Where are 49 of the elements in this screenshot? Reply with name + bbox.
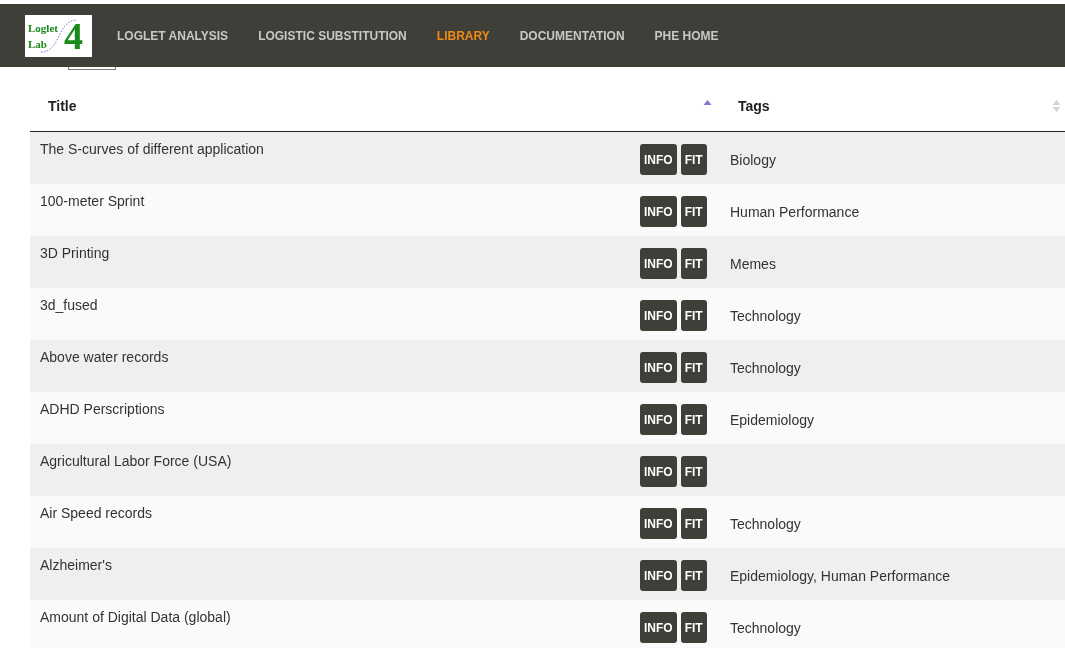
fit-button[interactable]: FIT <box>680 404 707 435</box>
title-cell-text: Above water records <box>39 348 170 367</box>
title-cell-text: Alzheimer's <box>39 556 113 575</box>
fit-button[interactable]: FIT <box>680 352 707 383</box>
title-cell-text: 3D Printing <box>39 244 111 263</box>
fit-button[interactable]: FIT <box>680 248 707 279</box>
fit-button[interactable]: FIT <box>680 508 707 539</box>
title-cell-text: Agricultural Labor Force (USA) <box>39 452 233 471</box>
nav-link[interactable]: LOGISTIC SUBSTITUTION <box>258 28 407 43</box>
info-button[interactable]: INFO <box>640 456 677 487</box>
column-header[interactable]: Tags <box>738 97 770 114</box>
logo-text: Lab <box>28 36 48 52</box>
logo-text: Loglet <box>28 20 58 36</box>
info-button[interactable]: INFO <box>640 404 677 435</box>
tags-cell: Memes <box>730 255 776 272</box>
info-button[interactable]: INFO <box>640 248 677 279</box>
info-button[interactable]: INFO <box>640 612 677 643</box>
info-button[interactable]: INFO <box>640 196 677 227</box>
title-cell-text: 3d_fused <box>39 296 99 315</box>
info-button[interactable]: INFO <box>640 352 677 383</box>
title-cell-text: Air Speed records <box>39 504 154 523</box>
tags-cell: Technology <box>730 359 801 376</box>
fit-button[interactable]: FIT <box>680 456 707 487</box>
fit-button[interactable]: FIT <box>680 560 707 591</box>
nav-link[interactable]: PHE HOME <box>654 28 719 43</box>
nav-link[interactable]: LOGLET ANALYSIS <box>117 28 229 43</box>
tags-cell: Technology <box>730 307 801 324</box>
fit-button[interactable]: FIT <box>680 196 707 227</box>
tags-cell: Technology <box>730 619 801 636</box>
info-button[interactable]: INFO <box>640 560 677 591</box>
title-cell-text: Amount of Digital Data (global) <box>39 608 232 627</box>
fit-button[interactable]: FIT <box>680 144 707 175</box>
logo-number: 4 <box>63 16 83 55</box>
tags-cell: Technology <box>730 515 801 532</box>
nav-link[interactable]: DOCUMENTATION <box>519 28 625 43</box>
tags-cell: Epidemiology <box>730 411 815 428</box>
title-cell-text: ADHD Perscriptions <box>39 400 166 419</box>
title-cell-text: The S-curves of different application <box>39 140 265 159</box>
column-header[interactable]: Title <box>48 97 77 114</box>
info-button[interactable]: INFO <box>640 300 677 331</box>
info-button[interactable]: INFO <box>640 508 677 539</box>
nav-link[interactable]: LIBRARY <box>436 28 490 43</box>
fit-button[interactable]: FIT <box>680 300 707 331</box>
info-button[interactable]: INFO <box>640 144 677 175</box>
tags-cell: Biology <box>730 151 776 168</box>
tags-cell: Human Performance <box>730 203 860 220</box>
tags-cell: Epidemiology, Human Performance <box>730 567 950 584</box>
fit-button[interactable]: FIT <box>680 612 707 643</box>
title-cell-text: 100-meter Sprint <box>39 192 146 211</box>
